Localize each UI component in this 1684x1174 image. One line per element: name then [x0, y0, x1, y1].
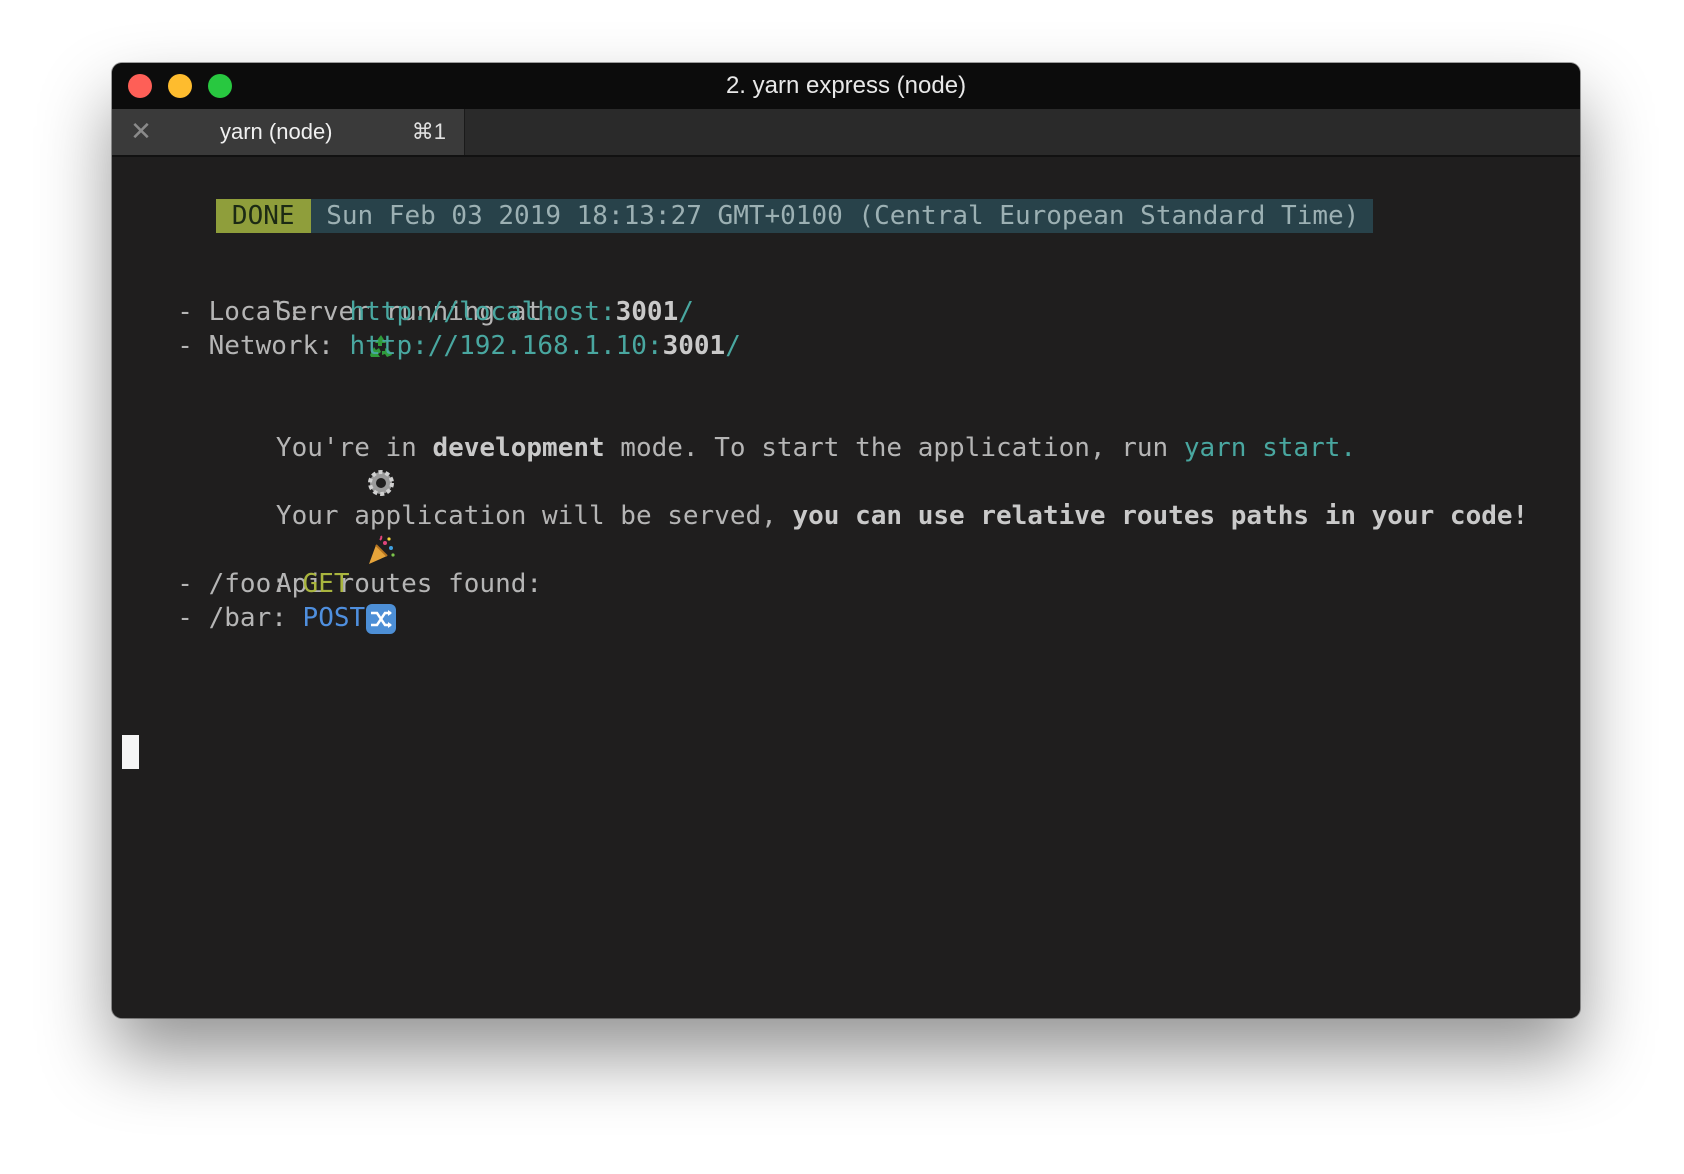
status-line: DONE Sun Feb 03 2019 18:13:27 GMT+0100 (…: [122, 165, 1374, 233]
terminal-output[interactable]: DONE Sun Feb 03 2019 18:13:27 GMT+0100 (…: [112, 157, 1580, 1018]
mode-suffix: .: [1340, 433, 1357, 463]
mode-word: development: [432, 433, 605, 463]
local-url-suffix[interactable]: /: [678, 297, 694, 327]
local-url-line: - Local: http://localhost:3001/: [146, 295, 694, 329]
route-foo-line: - /foo: GET: [146, 567, 350, 601]
mode-line: You're in development mode. To start the…: [146, 397, 1356, 496]
local-port[interactable]: 3001: [616, 297, 679, 327]
route-bar-path: - /bar:: [146, 603, 303, 633]
routes-heading-line: Api routes found:: [146, 533, 542, 634]
tab-bar: ✕ yarn (node) ⌘1: [112, 109, 1580, 157]
mode-prefix: You're in: [275, 433, 433, 463]
close-icon[interactable]: ✕: [126, 117, 156, 147]
gear-icon: [240, 431, 395, 496]
terminal-cursor: [122, 735, 139, 769]
title-bar[interactable]: 2. yarn express (node): [112, 63, 1580, 109]
window-title: 2. yarn express (node): [725, 72, 967, 99]
party-popper-icon: [240, 499, 395, 564]
terminal-window: 2. yarn express (node) ✕ yarn (node) ⌘1 …: [112, 63, 1580, 1018]
route-foo-method: GET: [302, 569, 350, 599]
server-heading-line: Server running at:: [146, 261, 558, 357]
network-url-line: - Network: http://192.168.1.10:3001/: [146, 329, 741, 363]
network-url-suffix[interactable]: /: [725, 331, 741, 361]
command-text: yarn start: [1183, 433, 1341, 463]
served-emphasis: you can use relative routes paths in you…: [792, 501, 1529, 531]
local-url-prefix[interactable]: http://localhost:: [350, 297, 616, 327]
route-foo-path: - /foo:: [146, 569, 303, 599]
tab-label: yarn (node): [220, 119, 333, 144]
network-port[interactable]: 3001: [663, 331, 726, 361]
timestamp: Sun Feb 03 2019 18:13:27 GMT+0100 (Centr…: [326, 201, 1360, 231]
tab-shortcut: ⌘1: [411, 119, 446, 144]
local-label: - Local:: [146, 297, 350, 327]
mode-middle: mode. To start the application, run: [604, 433, 1184, 463]
served-prefix: Your application will be served,: [275, 501, 793, 531]
network-label: - Network:: [146, 331, 350, 361]
served-line: Your application will be served, you can…: [146, 465, 1528, 564]
route-bar-line: - /bar: POST: [146, 601, 365, 635]
tab-yarn-node[interactable]: ✕ yarn (node) ⌘1: [112, 109, 465, 155]
network-url-prefix[interactable]: http://192.168.1.10:: [350, 331, 663, 361]
done-badge: DONE: [215, 199, 311, 233]
route-bar-method: POST: [302, 603, 366, 633]
